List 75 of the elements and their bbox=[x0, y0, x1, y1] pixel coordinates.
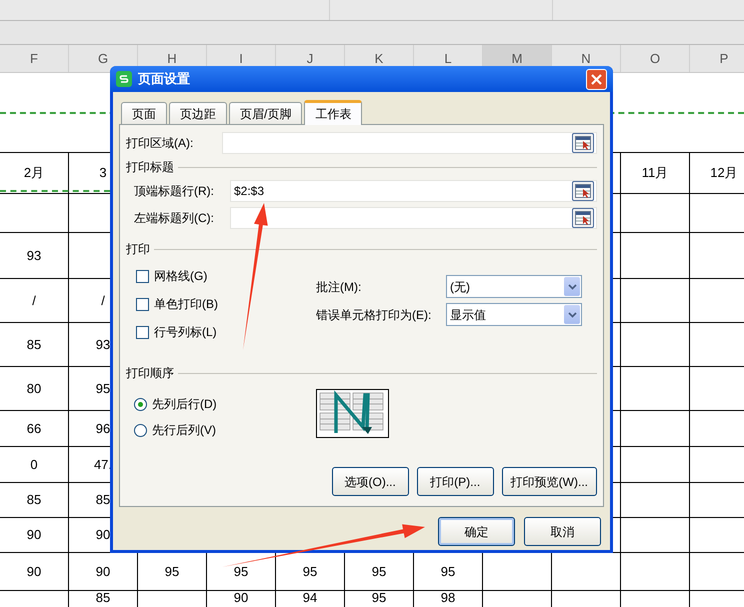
table-cell-text: 80 bbox=[26, 380, 42, 398]
chevron-down-icon bbox=[568, 284, 576, 290]
table-cell-text: 93 bbox=[26, 246, 42, 265]
section-heading: 打印顺序 bbox=[126, 365, 174, 382]
table-cell-text: 12月 bbox=[710, 164, 738, 182]
table-cell: 95 bbox=[372, 591, 386, 605]
table-cell-text: 95 bbox=[302, 562, 318, 581]
dialog-button[interactable]: 打印(P)... bbox=[416, 467, 494, 496]
field-label: 左端标题列(C): bbox=[134, 210, 215, 227]
table-cell-text: 95 bbox=[234, 562, 248, 581]
dropdown[interactable]: (无) bbox=[446, 275, 582, 298]
checkbox-label: 行号列标(L) bbox=[154, 324, 217, 341]
range-picker-icon[interactable] bbox=[572, 181, 594, 201]
checkbox-label: 单色打印(B) bbox=[154, 296, 218, 313]
table-cell-text: 0 bbox=[30, 456, 38, 474]
radio-button[interactable] bbox=[134, 398, 147, 410]
checkbox[interactable] bbox=[136, 326, 149, 338]
close-icon bbox=[591, 74, 602, 84]
app-logo-icon bbox=[116, 71, 132, 87]
table-cell-text: 85 bbox=[96, 491, 110, 510]
table-cell-text: 93 bbox=[96, 336, 110, 354]
table-cell-text: 95 bbox=[164, 562, 180, 581]
section-heading: 打印标题 bbox=[126, 159, 174, 176]
table-cell: 98 bbox=[440, 591, 456, 605]
column-header[interactable]: P bbox=[690, 45, 744, 72]
input-field[interactable] bbox=[222, 132, 597, 154]
radio-label: 先行后列(V) bbox=[152, 422, 216, 439]
column-header[interactable]: O bbox=[621, 45, 690, 72]
input-field[interactable]: $2:$3 bbox=[230, 180, 597, 202]
table-cell-text: 90 bbox=[26, 562, 42, 581]
field-label: 打印区域(A): bbox=[126, 135, 194, 152]
table-cell-text: / bbox=[101, 292, 105, 310]
checkbox[interactable] bbox=[136, 270, 149, 282]
radio-button[interactable] bbox=[134, 424, 147, 436]
close-button[interactable] bbox=[586, 68, 607, 90]
table-cell-text: 85 bbox=[26, 336, 42, 354]
table-cell-text: 90 bbox=[96, 562, 110, 581]
tab[interactable]: 工作表 bbox=[304, 100, 362, 125]
table-cell-text: 3 bbox=[99, 164, 107, 182]
table-cell-text: 90 bbox=[26, 526, 42, 544]
range-picker-icon[interactable] bbox=[572, 208, 594, 228]
table-cell-text: 66 bbox=[26, 420, 42, 438]
radio-label: 先列后行(D) bbox=[152, 396, 217, 413]
table-cell-text: 47. bbox=[94, 456, 112, 474]
dropdown[interactable]: 显示值 bbox=[446, 303, 582, 326]
dialog-button[interactable]: 取消 bbox=[524, 517, 601, 546]
dropdown-label: 批注(M): bbox=[316, 278, 362, 296]
table-cell-text: 95 bbox=[440, 562, 456, 581]
table-cell-text: 90 bbox=[96, 526, 110, 544]
tab[interactable]: 页眉/页脚 bbox=[229, 102, 302, 124]
field-label: 顶端标题行(R): bbox=[134, 183, 215, 200]
table-cell-text: 95 bbox=[96, 380, 110, 398]
column-header[interactable]: F bbox=[0, 45, 69, 72]
section-heading: 打印 bbox=[126, 241, 150, 258]
table-cell: 94 bbox=[302, 591, 318, 605]
checkbox[interactable] bbox=[136, 298, 149, 310]
dropdown-label: 错误单元格打印为(E): bbox=[316, 306, 432, 324]
input-field[interactable] bbox=[230, 207, 597, 229]
table-cell-text: 96 bbox=[96, 420, 110, 438]
dialog-button[interactable]: 打印预览(W)... bbox=[502, 467, 597, 496]
dialog-button[interactable]: 选项(O)... bbox=[332, 467, 409, 496]
tab[interactable]: 页边距 bbox=[169, 102, 227, 124]
table-cell: 85 bbox=[96, 591, 110, 605]
dialog-button[interactable]: 确定 bbox=[438, 517, 515, 546]
window-title: 页面设置 bbox=[138, 70, 191, 88]
tab[interactable]: 页面 bbox=[121, 102, 167, 124]
checkbox-label: 网格线(G) bbox=[154, 268, 208, 285]
chevron-down-icon bbox=[568, 312, 576, 318]
table-cell-text: 11月 bbox=[642, 164, 668, 182]
table-cell-text: 85 bbox=[26, 491, 42, 510]
table-cell: 90 bbox=[234, 591, 248, 605]
table-cell-text: 2月 bbox=[24, 164, 44, 182]
table-cell-text: / bbox=[32, 292, 36, 310]
table-cell-text: 95 bbox=[372, 562, 386, 581]
range-picker-icon[interactable] bbox=[572, 133, 594, 153]
